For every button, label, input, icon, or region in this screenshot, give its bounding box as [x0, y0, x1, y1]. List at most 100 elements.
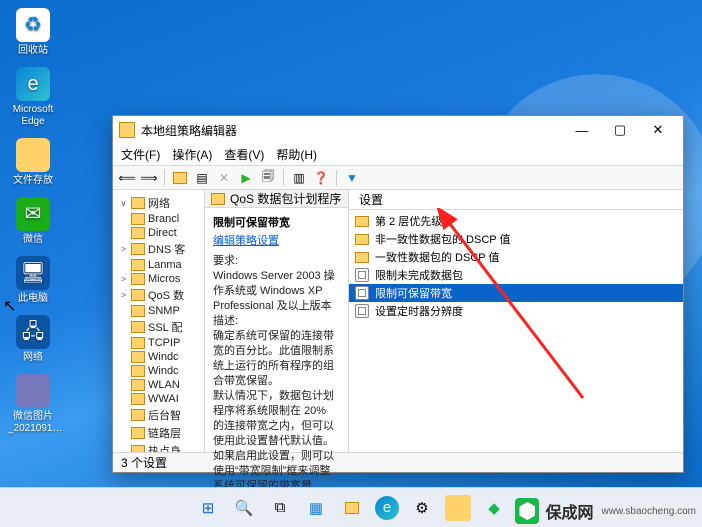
expand-icon[interactable]: ∨: [119, 198, 128, 209]
desktop-icon-network[interactable]: 🖧网络: [8, 315, 58, 364]
app-icon: [119, 122, 135, 138]
toolbar-btn-1: ⟹: [139, 168, 159, 188]
menu-item-0[interactable]: 文件(F): [121, 146, 160, 163]
tree-node[interactable]: SSL 配: [113, 318, 204, 336]
item-label: 一致性数据包的 DSCP 值: [375, 249, 499, 265]
folder-icon: [131, 337, 145, 349]
folder-icon: [131, 393, 145, 405]
toolbar-btn-9[interactable]: ▥: [289, 168, 309, 188]
folder-icon: [355, 234, 369, 245]
settings-list[interactable]: 第 2 层优先级值非一致性数据包的 DSCP 值一致性数据包的 DSCP 值限制…: [349, 210, 683, 452]
requirements-label: 要求:: [205, 254, 348, 269]
folder-icon: [131, 227, 145, 239]
tree-node[interactable]: Direct: [113, 226, 204, 240]
titlebar[interactable]: 本地组策略编辑器 — ▢ ✕: [113, 116, 683, 144]
list-item[interactable]: 限制未完成数据包: [349, 266, 683, 284]
toolbar-btn-4[interactable]: ▤: [192, 168, 212, 188]
folder-icon: [131, 321, 145, 333]
folder-icon: [131, 243, 145, 255]
toolbar-btn-7[interactable]: 🗐: [258, 168, 278, 188]
edit-policy-link[interactable]: 编辑策略设置: [205, 232, 348, 254]
column-header-setting[interactable]: 设置: [349, 190, 683, 210]
tree-node[interactable]: ∨ 网络: [113, 194, 204, 212]
tree-node[interactable]: 热点身: [113, 442, 204, 452]
expand-icon[interactable]: >: [119, 274, 128, 284]
requirements-text: Windows Server 2003 操作系统或 Windows XP Pro…: [205, 269, 348, 314]
menu-item-3[interactable]: 帮助(H): [276, 146, 317, 163]
status-text: 3 个设置: [121, 454, 167, 471]
icon-label: 微信: [8, 234, 58, 246]
description-text-2: 默认情况下，数据包计划程序将系统限制在 20% 的连接带宽之内，但可以使用此设置…: [205, 389, 348, 449]
folder-icon: [355, 216, 369, 227]
menu-item-1[interactable]: 操作(A): [172, 146, 212, 163]
search-button[interactable]: 🔍: [231, 495, 257, 521]
app-taskbar-2[interactable]: ◆: [481, 495, 507, 521]
widgets-button[interactable]: ▦: [303, 495, 329, 521]
app-taskbar-1[interactable]: [445, 495, 471, 521]
toolbar-btn-10[interactable]: ❓: [311, 168, 331, 188]
folder-icon: [131, 409, 145, 421]
wechat-icon: ✉: [16, 197, 50, 231]
folder-icon: [131, 197, 145, 209]
maximize-button[interactable]: ▢: [601, 116, 639, 144]
menu-item-2[interactable]: 查看(V): [224, 146, 264, 163]
tree-node[interactable]: WWAI: [113, 392, 204, 406]
breadcrumb-label: QoS 数据包计划程序: [230, 190, 341, 207]
menubar: 文件(F) 操作(A) 查看(V) 帮助(H): [113, 144, 683, 166]
start-button[interactable]: ⊞: [195, 495, 221, 521]
folder-icon: [131, 259, 145, 271]
settings-taskbar[interactable]: ⚙: [409, 495, 435, 521]
toolbar-sep: [283, 170, 284, 186]
nav-tree[interactable]: ∨网络BranclDirect>DNS 客Lanma>Micros>QoS 数S…: [113, 190, 205, 452]
toolbar-btn-12[interactable]: ▼: [342, 168, 362, 188]
folder-icon: [131, 379, 145, 391]
folder-icon: [355, 252, 369, 263]
tree-label: DNS 客: [148, 241, 185, 257]
list-item[interactable]: 限制可保留带宽: [349, 284, 683, 302]
tree-node[interactable]: >QoS 数: [113, 286, 204, 304]
list-item[interactable]: 非一致性数据包的 DSCP 值: [349, 230, 683, 248]
list-item[interactable]: 第 2 层优先级值: [349, 212, 683, 230]
image-icon: [16, 374, 50, 408]
desktop-icon-image[interactable]: 微信图片_2021091…: [8, 374, 58, 435]
watermark-sub: www.sbaocheng.com: [602, 506, 697, 517]
tree-node[interactable]: Lanma: [113, 258, 204, 272]
edge-taskbar[interactable]: e: [375, 496, 399, 520]
explorer-button[interactable]: [339, 495, 365, 521]
minimize-button[interactable]: —: [563, 116, 601, 144]
tree-label: 链路层: [148, 425, 181, 441]
desktop-icon-file-storage[interactable]: 文件存放: [8, 138, 58, 187]
folder-icon: [131, 305, 145, 317]
desktop-icon-edge[interactable]: eMicrosoft Edge: [8, 67, 58, 128]
tree-node[interactable]: Brancl: [113, 212, 204, 226]
tree-label: 网络: [148, 195, 170, 211]
tree-node[interactable]: SNMP: [113, 304, 204, 318]
tree-node[interactable]: Windc: [113, 350, 204, 364]
tree-node[interactable]: >Micros: [113, 272, 204, 286]
list-item[interactable]: 一致性数据包的 DSCP 值: [349, 248, 683, 266]
tree-label: Brancl: [148, 213, 179, 225]
toolbar-sep: [164, 170, 165, 186]
tree-node[interactable]: TCPIP: [113, 336, 204, 350]
tree-node[interactable]: > DNS 客: [113, 240, 204, 258]
toolbar-btn-6[interactable]: ▶: [236, 168, 256, 188]
toolbar-btn-3[interactable]: [170, 168, 190, 188]
task-view-button[interactable]: ⧉: [267, 495, 293, 521]
settings-list-pane: 设置 第 2 层优先级值非一致性数据包的 DSCP 值一致性数据包的 DSCP …: [349, 190, 683, 452]
item-label: 限制未完成数据包: [375, 267, 463, 283]
icon-label: 回收站: [8, 45, 58, 57]
tree-node[interactable]: WLAN: [113, 378, 204, 392]
tree-node[interactable]: 链路层: [113, 424, 204, 442]
expand-icon[interactable]: >: [119, 244, 128, 254]
folder-icon: [131, 273, 145, 285]
list-item[interactable]: 设置定时器分辨度: [349, 302, 683, 320]
tree-node[interactable]: 后台智: [113, 406, 204, 424]
desktop-icon-wechat[interactable]: ✉ 微信: [8, 197, 58, 246]
desktop-icon-recycle-bin[interactable]: ♻回收站: [8, 8, 58, 57]
close-button[interactable]: ✕: [639, 116, 677, 144]
tree-node[interactable]: Windc: [113, 364, 204, 378]
desktop-icon-this-pc[interactable]: 🖥此电脑: [8, 256, 58, 305]
tree-label: Direct: [148, 227, 177, 239]
expand-icon[interactable]: >: [119, 290, 128, 300]
watermark-text: 保成网: [545, 499, 593, 523]
